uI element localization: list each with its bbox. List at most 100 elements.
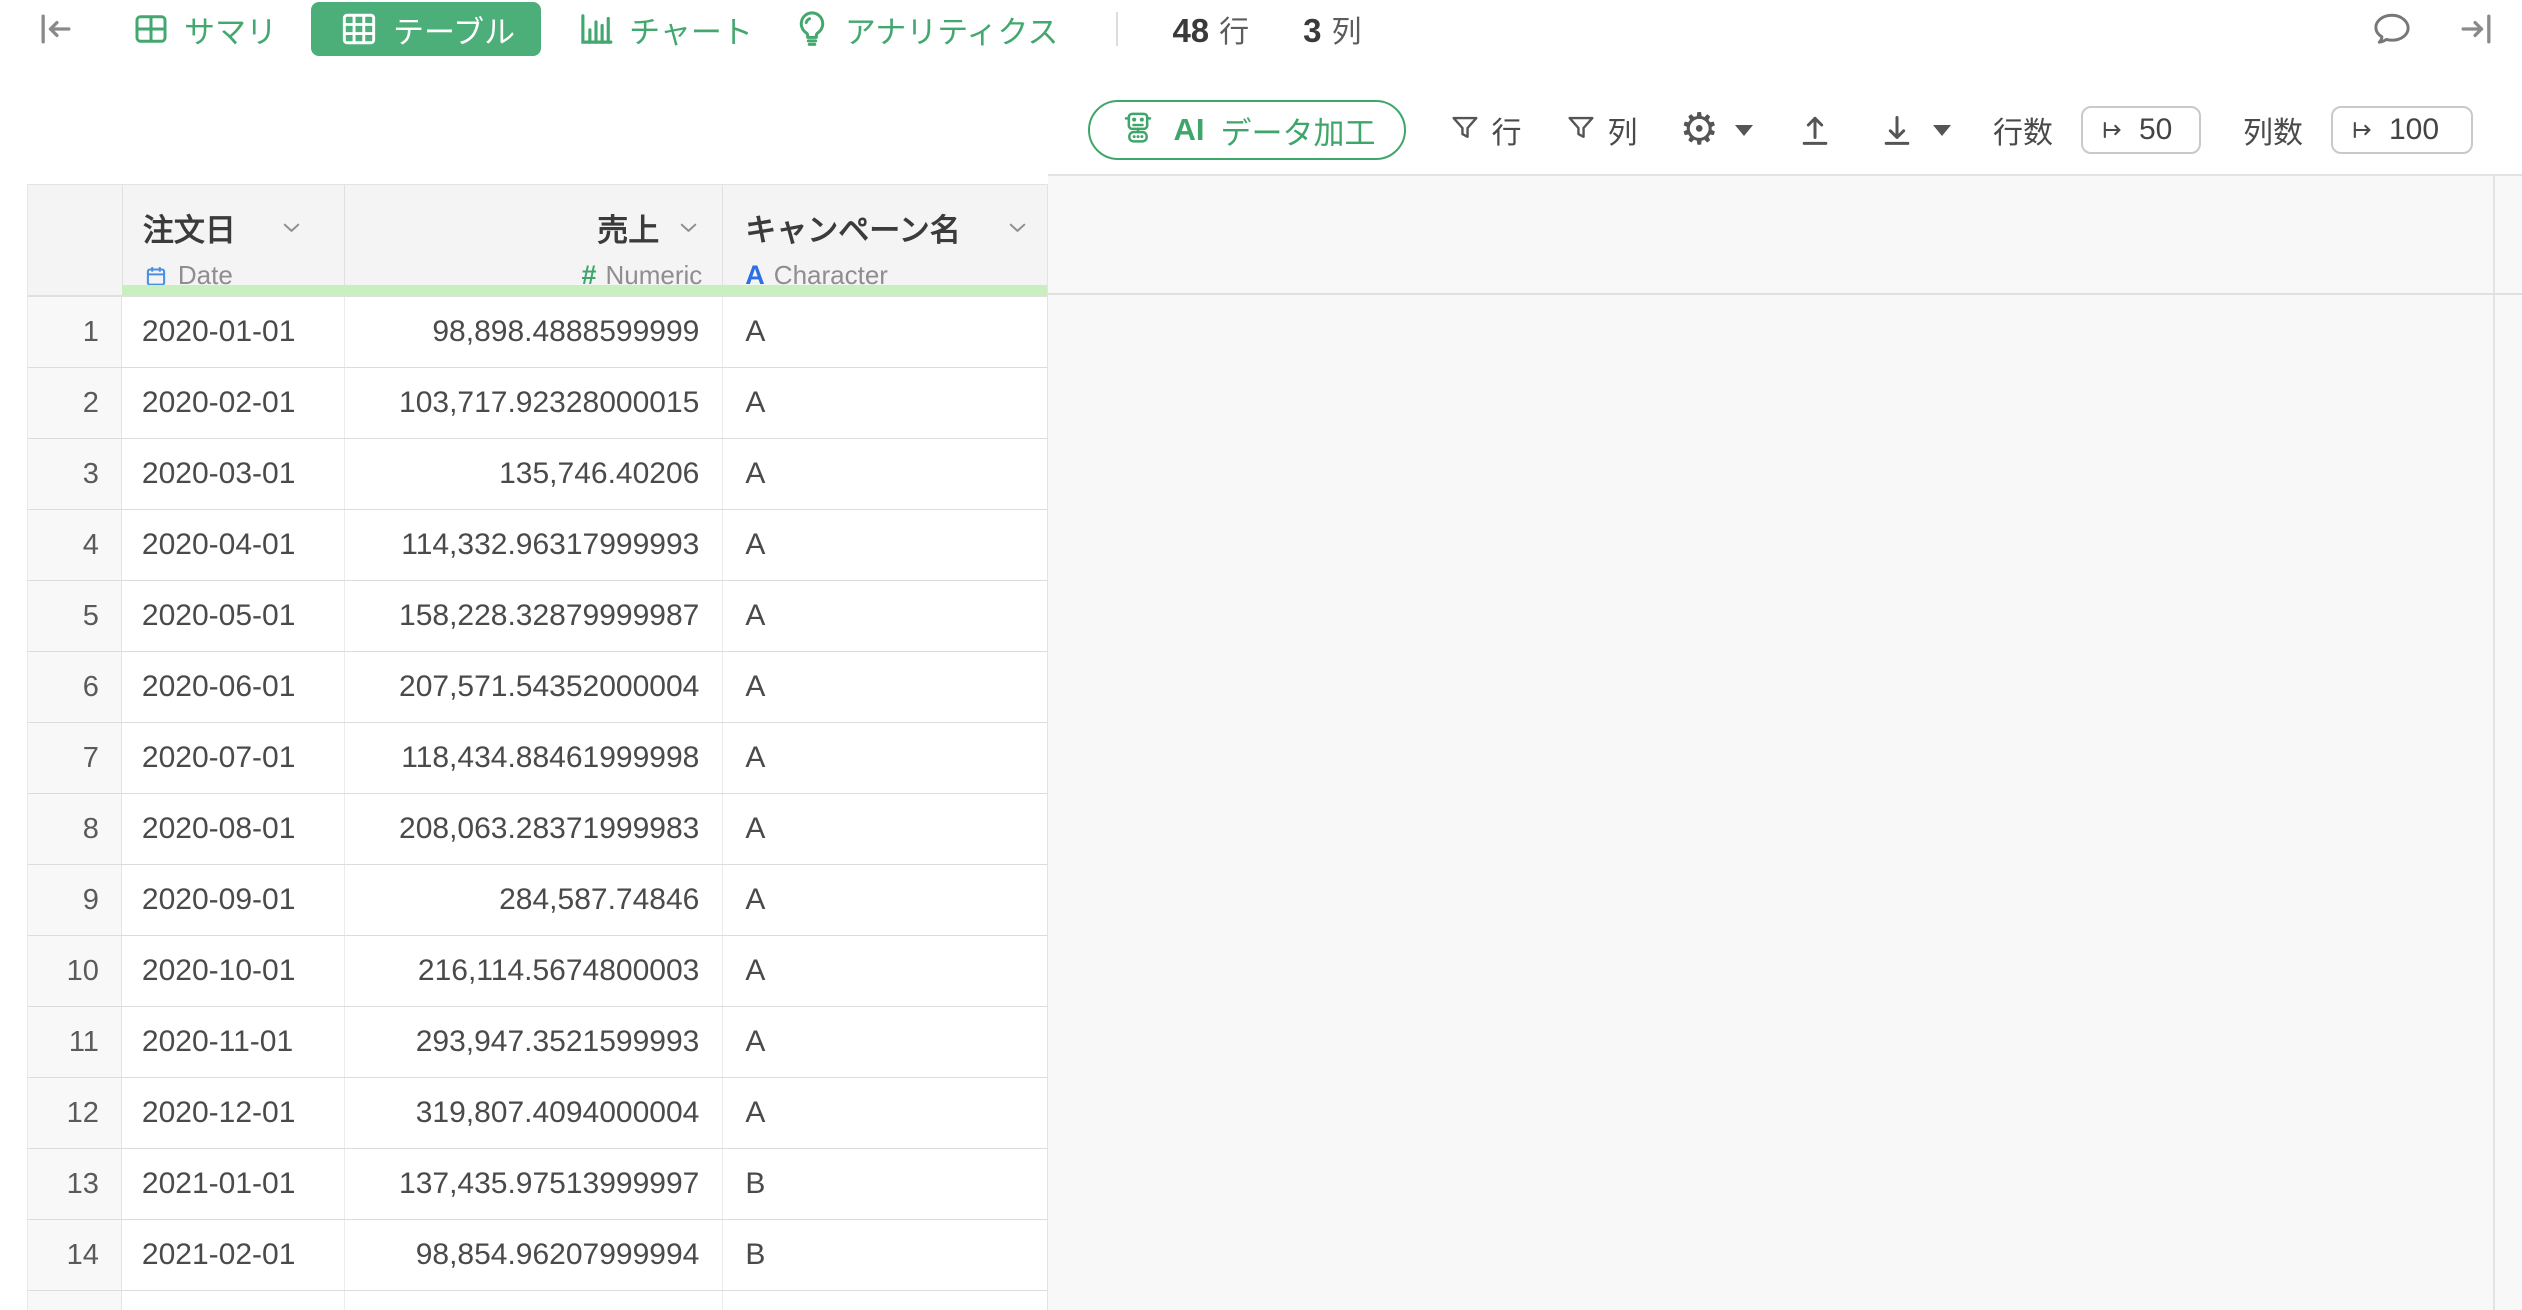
row-number-cell: 6: [28, 652, 122, 722]
order-date-cell[interactable]: 2020-09-01: [122, 865, 344, 935]
tab-table[interactable]: テーブル: [311, 2, 542, 56]
row-number-cell: 10: [28, 936, 122, 1006]
chevron-down-icon: [1735, 124, 1753, 136]
order-date-cell[interactable]: 2020-03-01: [122, 439, 344, 509]
sales-cell[interactable]: 118,434.88461999998: [343, 723, 723, 793]
order-date-cell[interactable]: 2020-02-01: [122, 368, 344, 438]
row-number-cell: 5: [28, 581, 122, 651]
collapse-left-icon[interactable]: [34, 7, 78, 51]
column-header-order-date[interactable]: 注文日 Date: [121, 185, 344, 290]
campaign-cell[interactable]: A: [722, 368, 1047, 438]
table-row[interactable]: 10 2020-10-01 216,114.5674800003 A: [27, 936, 1048, 1007]
row-number-cell: 7: [28, 723, 122, 793]
campaign-cell[interactable]: A: [722, 439, 1047, 509]
row-number-cell: 4: [28, 510, 122, 580]
campaign-cell[interactable]: B: [722, 1220, 1047, 1290]
sales-cell[interactable]: 103,717.92328000015: [343, 368, 723, 438]
table-row[interactable]: 8 2020-08-01 208,063.28371999983 A: [27, 794, 1048, 865]
order-date-cell[interactable]: 2020-12-01: [122, 1078, 344, 1148]
upload-button[interactable]: [1795, 110, 1835, 150]
rows-limit-input[interactable]: [2081, 106, 2201, 154]
sales-cell[interactable]: 208,063.28371999983: [343, 794, 723, 864]
campaign-cell[interactable]: A: [722, 936, 1047, 1006]
cols-limit-input[interactable]: [2331, 106, 2473, 154]
table-row[interactable]: 5 2020-05-01 158,228.32879999987 A: [27, 581, 1048, 652]
order-date-cell[interactable]: 2020-04-01: [122, 510, 344, 580]
table-row[interactable]: 6 2020-06-01 207,571.54352000004 A: [27, 652, 1048, 723]
sort-chevron-icon[interactable]: [1004, 214, 1031, 241]
campaign-cell[interactable]: A: [722, 510, 1047, 580]
ai-data-wrangling-button[interactable]: AI データ加工: [1087, 100, 1406, 160]
tab-analytics[interactable]: アナリティクス: [787, 2, 1063, 56]
campaign-cell[interactable]: A: [722, 794, 1047, 864]
campaign-cell[interactable]: A: [722, 652, 1047, 722]
filter-cols-button[interactable]: 列: [1564, 108, 1638, 152]
campaign-cell[interactable]: A: [722, 1007, 1047, 1077]
sales-cell[interactable]: 216,114.5674800003: [343, 936, 723, 1006]
dataset-stats: 48 行 3 列: [1172, 7, 1361, 51]
row-number-cell: 9: [28, 865, 122, 935]
sales-cell[interactable]: 137,435.97513999997: [343, 1149, 723, 1219]
table-row[interactable]: 7 2020-07-01 118,434.88461999998 A: [27, 723, 1048, 794]
order-date-cell[interactable]: 2020-05-01: [122, 581, 344, 651]
table-row[interactable]: 3 2020-03-01 135,746.40206 A: [27, 439, 1048, 510]
campaign-cell[interactable]: A: [722, 723, 1047, 793]
order-date-cell[interactable]: 2021-01-01: [122, 1149, 344, 1219]
filter-cols-label: 列: [1607, 117, 1638, 150]
gear-icon: ⚙: [1679, 105, 1719, 154]
column-header-sales[interactable]: 売上 # Numeric: [343, 185, 723, 290]
order-date-cell[interactable]: 2020-10-01: [122, 936, 344, 1006]
sales-cell[interactable]: 158,228.32879999987: [343, 581, 723, 651]
sales-cell[interactable]: 135,746.40206: [343, 439, 723, 509]
cols-limit-value[interactable]: [2389, 113, 2455, 147]
robot-icon: [1118, 108, 1158, 153]
tab-chart[interactable]: チャート: [571, 2, 757, 56]
order-date-cell[interactable]: 2020-11-01: [122, 1007, 344, 1077]
table-row[interactable]: 13 2021-01-01 137,435.97513999997 B: [27, 1149, 1048, 1220]
settings-menu-button[interactable]: ⚙: [1680, 108, 1753, 152]
sales-cell[interactable]: 319,807.4094000004: [343, 1078, 723, 1148]
tab-summary[interactable]: サマリ: [126, 2, 281, 56]
table-row[interactable]: 2 2020-02-01 103,717.92328000015 A: [27, 368, 1048, 439]
order-date-cell[interactable]: 2020-08-01: [122, 794, 344, 864]
rows-limit-value[interactable]: [2139, 113, 2183, 147]
order-date-cell[interactable]: 2021-02-01: [122, 1220, 344, 1290]
filter-rows-button[interactable]: 行: [1448, 108, 1522, 152]
comment-icon[interactable]: [2370, 7, 2414, 51]
table-row[interactable]: 12 2020-12-01 319,807.4094000004 A: [27, 1078, 1048, 1149]
sales-cell[interactable]: 293,947.3521599993: [343, 1007, 723, 1077]
order-date-cell[interactable]: 2020-01-01: [122, 297, 344, 367]
sales-cell[interactable]: 98,854.96207999994: [343, 1220, 723, 1290]
sales-cell[interactable]: 284,587.74846: [343, 865, 723, 935]
download-menu-button[interactable]: [1877, 110, 1951, 150]
table-row[interactable]: 1 2020-01-01 98,898.4888599999 A: [27, 297, 1048, 368]
chevron-down-icon: [1933, 124, 1951, 136]
campaign-cell[interactable]: B: [722, 1149, 1047, 1219]
sort-chevron-icon[interactable]: [675, 214, 702, 241]
sales-cell[interactable]: 207,571.54352000004: [343, 652, 723, 722]
col-count-value: 3: [1303, 12, 1322, 49]
campaign-cell[interactable]: A: [722, 865, 1047, 935]
sales-cell[interactable]: 98,898.4888599999: [343, 297, 723, 367]
panel-right-border: [2493, 174, 2495, 1310]
row-number-cell: 13: [28, 1149, 122, 1219]
campaign-cell[interactable]: A: [722, 1078, 1047, 1148]
order-date-cell[interactable]: 2020-07-01: [122, 723, 344, 793]
row-number-cell: 14: [28, 1220, 122, 1290]
sort-chevron-icon[interactable]: [278, 214, 305, 241]
funnel-icon: [1564, 111, 1598, 150]
collapse-right-icon[interactable]: [2454, 7, 2498, 51]
campaign-cell[interactable]: A: [722, 297, 1047, 367]
table-row[interactable]: 9 2020-09-01 284,587.74846 A: [27, 865, 1048, 936]
campaign-cell[interactable]: A: [722, 581, 1047, 651]
table-body: 1 2020-01-01 98,898.4888599999 A 2 2020-…: [27, 297, 1048, 1291]
table-row[interactable]: 4 2020-04-01 114,332.96317999993 A: [27, 510, 1048, 581]
column-header-campaign[interactable]: キャンペーン名 A Character: [722, 185, 1047, 290]
order-date-cell[interactable]: 2020-06-01: [122, 652, 344, 722]
table-row[interactable]: 14 2021-02-01 98,854.96207999994 B: [27, 1220, 1048, 1291]
sales-cell[interactable]: 114,332.96317999993: [343, 510, 723, 580]
table-grid-icon: [337, 7, 381, 51]
top-bar: サマリ テーブル チャート アナリティクス 48 行 3 列: [0, 0, 2522, 58]
app-window: サマリ テーブル チャート アナリティクス 48 行 3 列 AI データ加工 …: [0, 0, 2522, 1310]
table-row[interactable]: 11 2020-11-01 293,947.3521599993 A: [27, 1007, 1048, 1078]
